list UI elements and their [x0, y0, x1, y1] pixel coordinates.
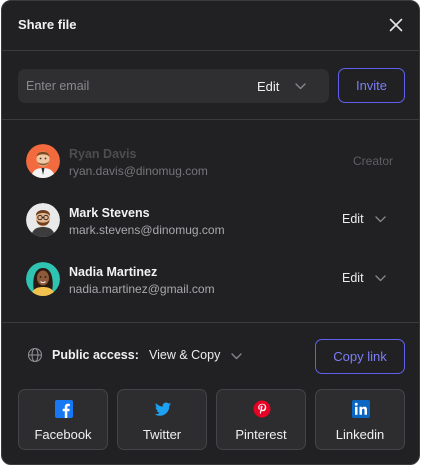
person-email: mark.stevens@dinomug.com — [69, 223, 225, 237]
close-icon[interactable] — [387, 16, 405, 34]
invite-permission-select[interactable]: Edit — [257, 69, 329, 103]
social-label: Twitter — [142, 427, 182, 442]
social-label: Facebook — [34, 427, 92, 442]
share-pinterest-button[interactable]: Pinterest — [216, 389, 306, 450]
chevron-down-icon — [375, 275, 386, 282]
person-role-label: Edit — [342, 212, 364, 226]
person-role-select[interactable]: Edit — [342, 211, 392, 229]
invite-row: Edit Invite — [2, 51, 419, 120]
public-access-label: Public access: — [52, 348, 139, 362]
globe-icon — [27, 347, 43, 363]
linkedin-icon — [352, 400, 370, 418]
person-role: Creator — [352, 154, 393, 168]
facebook-icon — [55, 400, 73, 418]
dialog-title: Share file — [18, 17, 77, 32]
person-row-nadia-martinez: Nadia Martinez nadia.martinez@gmail.com … — [2, 254, 419, 304]
chevron-down-icon — [375, 216, 386, 223]
person-name: Ryan Davis — [69, 147, 137, 161]
social-label: Pinterest — [235, 427, 287, 442]
share-dialog: Share file Edit Invite — [1, 0, 420, 465]
dialog-header: Share file — [2, 1, 419, 51]
email-field-container: Edit — [18, 69, 329, 103]
chevron-down-icon — [295, 83, 306, 90]
person-row-mark-stevens: Mark Stevens mark.stevens@dinomug.com Ed… — [2, 195, 419, 245]
public-access-row: Public access: View & Copy Copy link — [2, 323, 419, 387]
avatar — [26, 144, 60, 178]
twitter-icon — [154, 402, 171, 416]
people-list: Ryan Davis ryan.davis@dinomug.com Creato… — [2, 121, 419, 323]
share-linkedin-button[interactable]: Linkedin — [315, 389, 405, 450]
email-input[interactable] — [26, 69, 246, 103]
avatar — [26, 262, 60, 296]
person-role-label: Edit — [342, 271, 364, 285]
person-role-select[interactable]: Edit — [342, 270, 392, 288]
person-email: nadia.martinez@gmail.com — [69, 282, 215, 296]
invite-permission-label: Edit — [257, 79, 280, 94]
chevron-down-icon — [231, 353, 242, 360]
pinterest-icon — [253, 400, 271, 418]
public-access-select[interactable]: View & Copy — [149, 345, 245, 367]
person-email: ryan.davis@dinomug.com — [69, 164, 208, 178]
public-access-value: View & Copy — [149, 348, 221, 362]
avatar — [26, 203, 60, 237]
person-name: Nadia Martinez — [69, 265, 158, 279]
person-name: Mark Stevens — [69, 206, 150, 220]
invite-button[interactable]: Invite — [338, 68, 405, 103]
share-facebook-button[interactable]: Facebook — [18, 389, 108, 450]
share-twitter-button[interactable]: Twitter — [117, 389, 207, 450]
social-label: Linkedin — [335, 427, 385, 442]
person-row-ryan-davis: Ryan Davis ryan.davis@dinomug.com Creato… — [2, 136, 419, 186]
copy-link-button[interactable]: Copy link — [315, 339, 405, 374]
